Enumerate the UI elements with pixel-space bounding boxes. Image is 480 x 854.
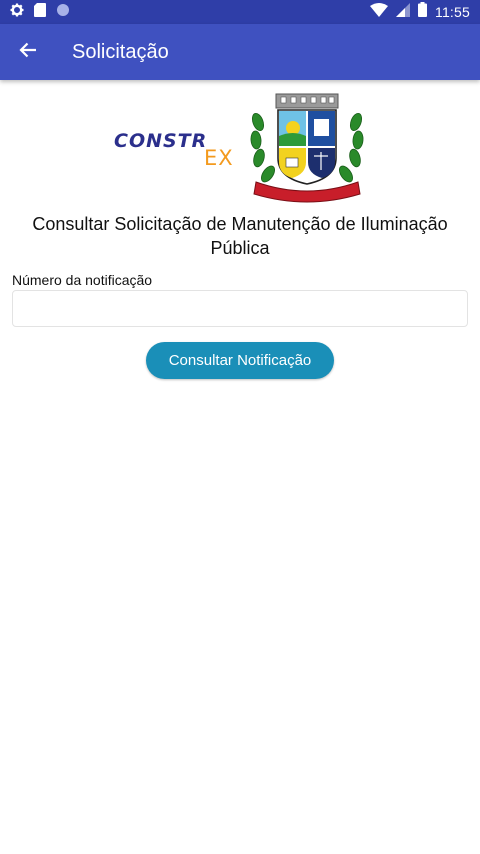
status-bar: 11:55 (0, 0, 480, 24)
page-title: Solicitação (72, 40, 169, 63)
constrex-logo-line1: CONSTR (114, 130, 208, 152)
consult-notification-button[interactable]: Consultar Notificação (146, 342, 334, 379)
sd-card-icon (34, 2, 46, 22)
back-button[interactable] (0, 24, 56, 80)
signal-icon (396, 2, 410, 22)
battery-icon (418, 2, 427, 22)
page-heading: Consultar Solicitação de Manutenção de I… (32, 214, 448, 258)
notification-number-label: Número da notificação (12, 272, 153, 288)
gear-icon (10, 3, 24, 22)
status-time: 11:55 (435, 4, 470, 20)
notification-number-input[interactable] (12, 290, 468, 327)
constrex-logo-line2: EX (204, 146, 234, 170)
logos-area: CONSTR EX (0, 92, 480, 207)
status-left-icons (10, 2, 70, 22)
circle-icon (56, 3, 70, 22)
city-crest-logo (248, 92, 366, 207)
wifi-icon (370, 2, 388, 22)
constrex-logo: CONSTR EX (114, 130, 238, 170)
arrow-back-icon (19, 42, 37, 63)
status-right-icons: 11:55 (370, 2, 470, 22)
app-bar: Solicitação (0, 24, 480, 80)
